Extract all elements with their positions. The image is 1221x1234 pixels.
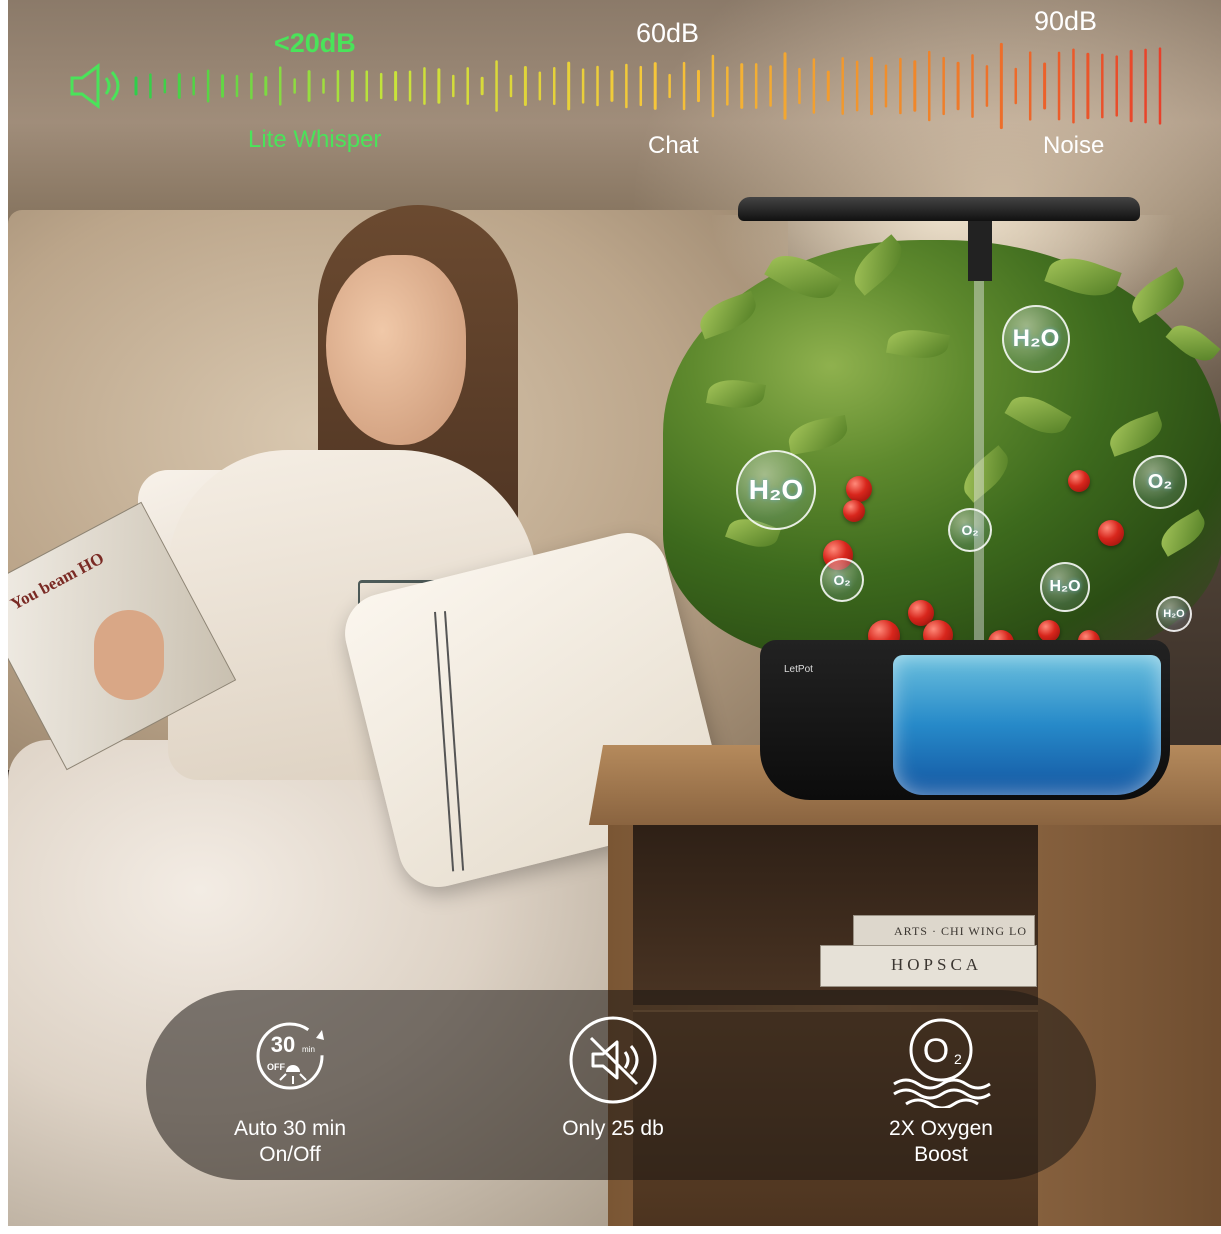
feature-timer: 30 min OFF Auto 30 min On/Off (220, 1016, 360, 1168)
molecule-bubble: H₂O (736, 450, 816, 530)
speaker-icon (70, 63, 120, 109)
timer-unit: min (302, 1045, 315, 1054)
marker-high-value: 90dB (1034, 6, 1098, 36)
tomato (1038, 620, 1060, 642)
marker-mid-value: 60dB (636, 18, 700, 48)
marker-mid-caption: Chat (648, 132, 699, 159)
molecule-bubble: O₂ (820, 558, 864, 602)
book-bottom: HOPSCA (820, 945, 1037, 987)
grow-light-panel (738, 197, 1140, 221)
timer-30min-icon: 30 min OFF (256, 1022, 324, 1090)
molecule-bubble: O₂ (948, 508, 992, 552)
mute-speaker-icon (569, 1016, 657, 1104)
woman-hand (94, 610, 164, 700)
oxygen-subscript: 2 (954, 1051, 962, 1067)
water-tank (893, 655, 1161, 795)
feature-timer-label-line2: On/Off (259, 1143, 321, 1166)
tomato (1098, 520, 1124, 546)
feature-timer-label-line1: Auto 30 min (233, 1117, 347, 1140)
hero-image: You beam HO ARTS · CHI WING LO HOPSCA Le… (8, 0, 1221, 1226)
timer-off: OFF (267, 1062, 285, 1072)
molecule-bubble: H₂O (1156, 596, 1192, 632)
book-top: ARTS · CHI WING LO (853, 915, 1035, 949)
marker-high-caption: Noise (1043, 132, 1105, 159)
tomato (846, 476, 872, 502)
tomato (843, 500, 865, 522)
lamp-pole (968, 221, 992, 281)
tomato (1068, 470, 1090, 492)
marker-low-value: <20dB (274, 28, 356, 58)
sound-level-meter: <20dB 60dB 90dB Lite Whisper Chat Noise (8, 0, 1221, 190)
marker-low-caption: Lite Whisper (248, 126, 382, 153)
feature-quiet-label: Only 25 db (562, 1117, 664, 1140)
woman-face (326, 255, 466, 445)
book-bottom-title: HOPSCA (891, 955, 983, 974)
brand-logo: LetPot (784, 664, 813, 675)
feature-oxygen-label-line1: 2X Oxygen (889, 1117, 993, 1140)
oxygen-icon: O 2 (893, 1018, 991, 1108)
molecule-bubble: H₂O (1040, 562, 1090, 612)
book-top-title: ARTS · CHI WING LO (894, 924, 1028, 938)
oxygen-letter: O (923, 1032, 949, 1070)
molecule-bubble: H₂O (1002, 305, 1070, 373)
feature-oxygen-label-line2: Boost (914, 1143, 968, 1166)
lamp-pole-extension (974, 281, 984, 641)
feature-oxygen: O 2 2X Oxygen Boost (866, 1016, 1016, 1168)
timer-number: 30 (271, 1032, 295, 1057)
feature-quiet: Only 25 db (543, 1016, 683, 1142)
molecule-bubble: O₂ (1133, 455, 1187, 509)
